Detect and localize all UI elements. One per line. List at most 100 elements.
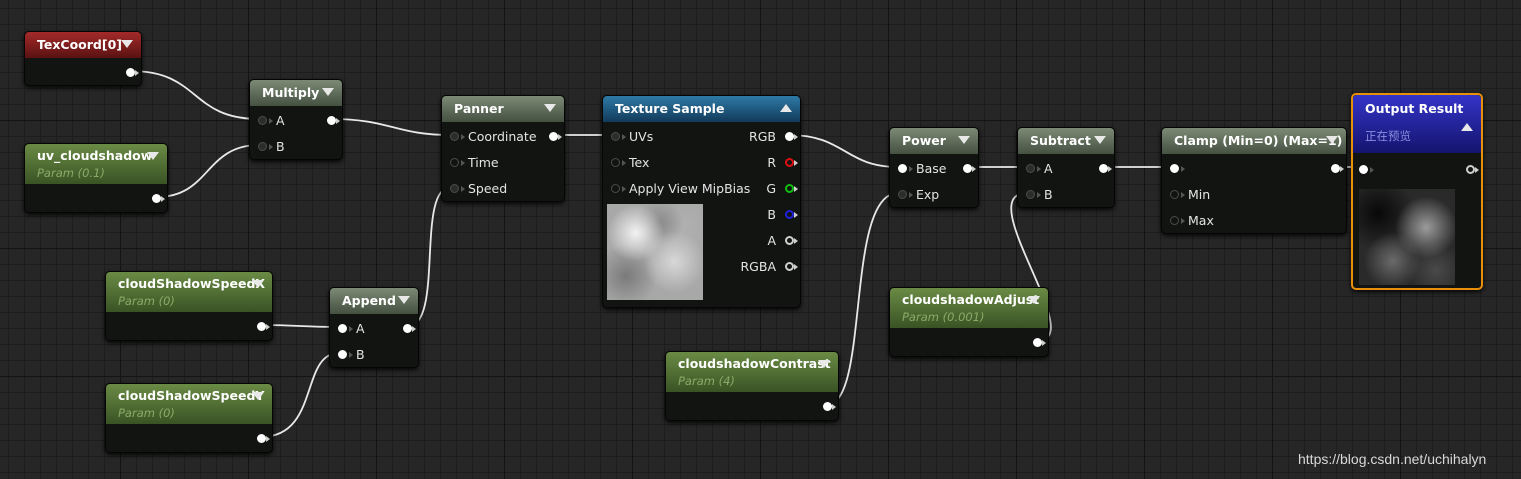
multiply-header[interactable]: Multiply: [250, 80, 342, 106]
texture-sample-header[interactable]: Texture Sample: [603, 96, 800, 122]
texture-out-rgb[interactable]: RGB: [738, 129, 798, 144]
clamp-output-pin[interactable]: [1324, 161, 1344, 175]
multiply-pin-b[interactable]: B: [258, 139, 318, 154]
pin-arrow-icon: [909, 192, 913, 198]
pin-arrow-icon: [794, 160, 798, 166]
texture-out-g[interactable]: G: [738, 181, 798, 196]
append-node[interactable]: Append A B: [329, 287, 419, 368]
pin-connected-icon: [898, 164, 907, 173]
power-header[interactable]: Power: [890, 128, 978, 154]
texture-pin-uvs[interactable]: UVs: [611, 129, 671, 144]
clamp-pin-min[interactable]: Min: [1170, 187, 1230, 202]
clamp-pin-input[interactable]: [1170, 161, 1200, 175]
append-pin-b[interactable]: B: [338, 347, 388, 362]
pin-label: R: [767, 155, 776, 170]
clamp-header[interactable]: Clamp (Min=0) (Max=1): [1162, 128, 1346, 154]
speedx-node[interactable]: cloudShadowSpeedX Param (0): [105, 271, 273, 341]
panner-node[interactable]: Panner Coordinate Time Speed: [441, 95, 565, 202]
uv-cloudshadow-output-pin[interactable]: [145, 191, 165, 205]
power-pin-exp[interactable]: Exp: [898, 187, 953, 202]
pin-icon: [785, 210, 794, 219]
multiply-output-pin[interactable]: [320, 113, 340, 127]
collapse-arrow-icon[interactable]: [121, 40, 133, 48]
output-result-node[interactable]: Output Result 正在预览: [1351, 93, 1483, 290]
pin-icon: [611, 158, 620, 167]
uv-cloudshadow-param: Param (0.1): [37, 166, 105, 180]
subtract-output-pin[interactable]: [1092, 161, 1112, 175]
pin-arrow-icon: [794, 186, 798, 192]
expand-arrow-icon[interactable]: [780, 104, 792, 112]
panner-pin-time[interactable]: Time: [450, 155, 540, 170]
collapse-arrow-icon[interactable]: [544, 104, 556, 112]
uv-cloudshadow-header[interactable]: uv_cloudshadow Param (0.1): [25, 144, 167, 184]
adjust-header[interactable]: cloudshadowAdjust Param (0.001): [890, 288, 1048, 328]
subtract-pin-b[interactable]: B: [1026, 187, 1076, 202]
collapse-arrow-icon[interactable]: [252, 392, 264, 400]
multiply-node[interactable]: Multiply A B: [249, 79, 343, 160]
adjust-output-pin[interactable]: [1026, 335, 1046, 349]
pin-connected-icon: [1331, 164, 1340, 173]
pin-arrow-icon: [349, 326, 353, 332]
contrast-header[interactable]: cloudshadowContrast Param (4): [666, 352, 838, 392]
output-out-pin[interactable]: [1459, 162, 1479, 176]
clamp-node[interactable]: Clamp (Min=0) (Max=1) Min Max: [1161, 127, 1347, 234]
panner-output-pin[interactable]: [542, 129, 562, 143]
speedy-output-pin[interactable]: [250, 431, 270, 445]
speedx-output-pin[interactable]: [250, 319, 270, 333]
subtract-pin-a[interactable]: A: [1026, 161, 1076, 176]
expand-arrow-icon[interactable]: [1461, 123, 1473, 131]
texture-pin-mipbias[interactable]: Apply View MipBias: [611, 181, 750, 196]
collapse-arrow-icon[interactable]: [147, 152, 159, 160]
output-pin-input[interactable]: [1359, 162, 1389, 176]
output-header[interactable]: Output Result 正在预览: [1353, 95, 1481, 153]
texcoord-node[interactable]: TexCoord[0]: [24, 31, 142, 86]
panner-pin-coordinate[interactable]: Coordinate: [450, 129, 540, 144]
texture-out-r[interactable]: R: [738, 155, 798, 170]
contrast-node[interactable]: cloudshadowContrast Param (4): [665, 351, 839, 421]
texture-pin-tex[interactable]: Tex: [611, 155, 671, 170]
pin-icon: [1170, 216, 1179, 225]
texture-out-a[interactable]: A: [738, 233, 798, 248]
collapse-arrow-icon[interactable]: [958, 136, 970, 144]
power-node[interactable]: Power Base Exp: [889, 127, 979, 208]
multiply-pin-a[interactable]: A: [258, 113, 318, 128]
collapse-arrow-icon[interactable]: [1326, 136, 1338, 144]
speedx-header[interactable]: cloudShadowSpeedX Param (0): [106, 272, 272, 312]
pin-arrow-icon: [1340, 166, 1344, 172]
panner-pin-speed[interactable]: Speed: [450, 181, 540, 196]
pin-arrow-icon: [794, 212, 798, 218]
collapse-arrow-icon[interactable]: [398, 296, 410, 304]
collapse-arrow-icon[interactable]: [818, 360, 830, 368]
pin-icon: [785, 236, 794, 245]
append-header[interactable]: Append: [330, 288, 418, 314]
collapse-arrow-icon[interactable]: [252, 280, 264, 288]
pin-label: UVs: [629, 129, 654, 144]
append-output-pin[interactable]: [396, 321, 416, 335]
power-title: Power: [902, 133, 946, 148]
pin-icon: [1170, 190, 1179, 199]
pin-label: B: [356, 347, 365, 362]
pin-arrow-icon: [1181, 192, 1185, 198]
texcoord-output-pin[interactable]: [119, 65, 139, 79]
append-pin-a[interactable]: A: [338, 321, 388, 336]
power-output-pin[interactable]: [956, 161, 976, 175]
pin-arrow-icon: [461, 134, 465, 140]
texture-out-rgba[interactable]: RGBA: [728, 259, 798, 274]
panner-header[interactable]: Panner: [442, 96, 564, 122]
collapse-arrow-icon[interactable]: [1028, 296, 1040, 304]
texcoord-header[interactable]: TexCoord[0]: [25, 32, 141, 58]
collapse-arrow-icon[interactable]: [1094, 136, 1106, 144]
uv-cloudshadow-node[interactable]: uv_cloudshadow Param (0.1): [24, 143, 168, 213]
power-pin-base[interactable]: Base: [898, 161, 953, 176]
speedy-header[interactable]: cloudShadowSpeedY Param (0): [106, 384, 272, 424]
texture-out-b[interactable]: B: [738, 207, 798, 222]
uv-cloudshadow-title: uv_cloudshadow: [37, 148, 153, 163]
adjust-node[interactable]: cloudshadowAdjust Param (0.001): [889, 287, 1049, 357]
contrast-output-pin[interactable]: [816, 399, 836, 413]
subtract-header[interactable]: Subtract: [1018, 128, 1114, 154]
speedy-node[interactable]: cloudShadowSpeedY Param (0): [105, 383, 273, 453]
collapse-arrow-icon[interactable]: [322, 88, 334, 96]
subtract-node[interactable]: Subtract A B: [1017, 127, 1115, 208]
texture-sample-node[interactable]: Texture Sample UVs Tex Apply View MipBia…: [602, 95, 801, 308]
clamp-pin-max[interactable]: Max: [1170, 213, 1230, 228]
